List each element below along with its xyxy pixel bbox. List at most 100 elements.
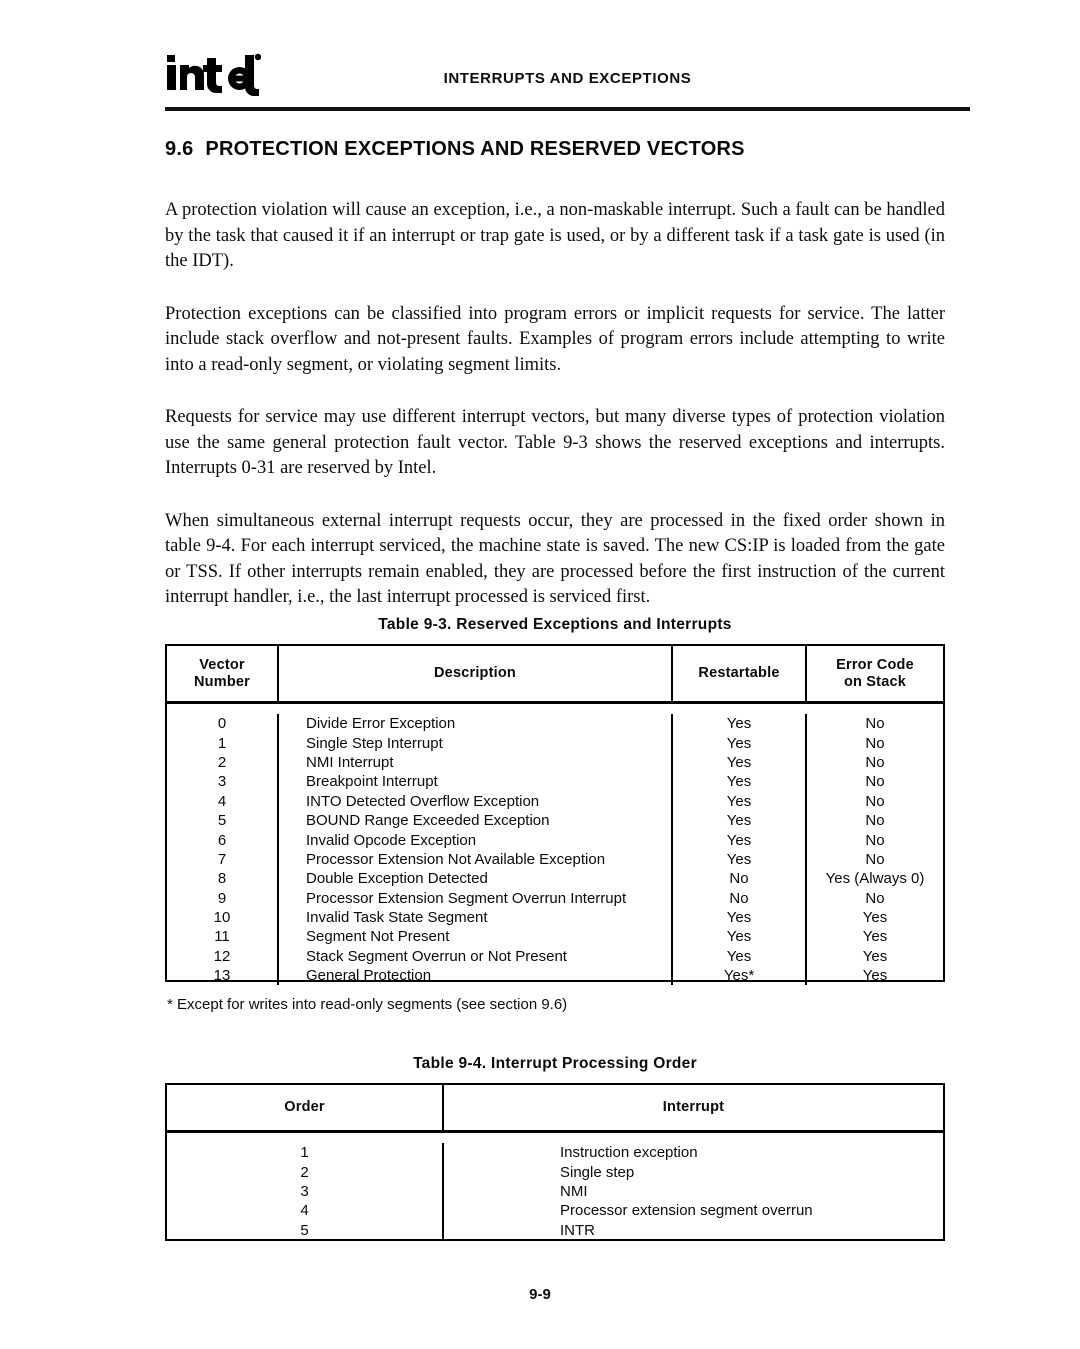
- table-row: 12 Stack Segment Overrun or Not Present Ye…: [167, 946, 943, 967]
- column-header-vector-number: Vector Number: [167, 646, 279, 701]
- table-93-body: 0 Divide Error Exception Yes No 1 Single Step…: [167, 704, 943, 986]
- cell-vector: 2: [167, 752, 279, 773]
- cell-order: 2: [167, 1162, 444, 1182]
- header-line-2: on Stack: [843, 673, 907, 690]
- table-row: 4 Processor extension segment overrun: [167, 1201, 943, 1221]
- cell-description: INTO Detected Overflow Exception: [279, 791, 673, 811]
- document-page: INTERRUPTS AND EXCEPTIONS 9.6 PROTECTION …: [0, 0, 1080, 1349]
- header-divider: [165, 107, 970, 111]
- table-94-caption: Table 9-4. Interrupt Processing Order: [413, 1055, 697, 1072]
- cell-restartable: Yes: [673, 791, 807, 811]
- cell-error-code: No: [865, 792, 885, 810]
- cell-restartable: No: [673, 869, 807, 889]
- paragraph: Protection exceptions can be classified …: [165, 303, 945, 375]
- table-93-caption: Table 9-3. Reserved Exceptions and Inter…: [378, 616, 732, 633]
- cell-restartable: Yes: [673, 830, 807, 850]
- cell-error-code: No: [865, 850, 885, 868]
- cell-description: BOUND Range Exceeded Exception: [279, 810, 673, 831]
- cell-description: General Protection: [279, 966, 673, 986]
- header-line-1: Interrupt: [662, 1099, 725, 1115]
- cell-restartable: Yes: [673, 810, 807, 831]
- header-line-2: Number: [194, 673, 250, 690]
- table-row: 10 Invalid Task State Segment Yes Yes: [167, 907, 943, 928]
- paragraph: A protection violation will cause an exc…: [165, 200, 945, 271]
- table-94-header-row: Order Interrupt: [167, 1085, 943, 1133]
- cell-description: Divide Error Exception: [279, 714, 673, 734]
- table-row: 13 General Protection Yes* Yes: [167, 966, 943, 986]
- cell-description: Breakpoint Interrupt: [279, 772, 673, 792]
- column-header-error-code-on-stack: Error Code on Stack: [807, 646, 943, 701]
- cell-error-code: No: [865, 812, 885, 830]
- table-row: 9 Processor Extension Segment Overrun Int…: [167, 888, 943, 908]
- cell-description: Invalid Opcode Exception: [279, 830, 673, 850]
- cell-vector: 7: [167, 849, 279, 870]
- cell-restartable: Yes*: [673, 966, 807, 986]
- table-row: 1 Instruction exception: [167, 1143, 943, 1163]
- column-header-order: Order: [167, 1085, 444, 1130]
- cell-vector: 3: [167, 772, 279, 792]
- cell-error-code: Yes (Always 0): [825, 870, 925, 888]
- cell-interrupt: INTR: [560, 1221, 595, 1239]
- table-interrupt-processing-order: Order Interrupt 1 Instruction exception 2 S…: [165, 1083, 945, 1241]
- cell-vector: 6: [167, 830, 279, 850]
- page-number: 9-9: [529, 1286, 551, 1303]
- cell-interrupt: NMI: [560, 1182, 588, 1200]
- table-row: 8 Double Exception Detected No Yes (Always …: [167, 869, 943, 889]
- section-number: 9.6: [165, 138, 194, 160]
- cell-restartable: Yes: [673, 733, 807, 753]
- table-row: 1 Single Step Interrupt Yes No: [167, 733, 943, 753]
- table-94-body: 1 Instruction exception 2 Single step 3 NMI 4 P…: [167, 1133, 943, 1240]
- cell-vector: 0: [167, 714, 279, 734]
- section-title: PROTECTION EXCEPTIONS AND RESERVED VECTO…: [205, 138, 745, 160]
- header-line-1: Restartable: [698, 665, 780, 681]
- cell-restartable: Yes: [673, 946, 807, 967]
- cell-error-code: Yes: [862, 909, 888, 927]
- cell-order: 5: [167, 1220, 444, 1240]
- table-row: 4 INTO Detected Overflow Exception Yes No: [167, 791, 943, 811]
- body-text-column: A protection violation will cause an exc…: [165, 198, 945, 611]
- cell-error-code: Yes: [862, 967, 888, 985]
- cell-vector: 12: [167, 946, 279, 967]
- cell-restartable: Yes: [673, 714, 807, 734]
- paragraph: When simultaneous external interrupt req…: [165, 510, 945, 608]
- header-line-1: Order: [284, 1099, 325, 1115]
- cell-description: NMI Interrupt: [279, 752, 673, 773]
- cell-description: Processor Extension Not Available Except…: [279, 849, 673, 870]
- cell-vector: 8: [167, 869, 279, 889]
- cell-vector: 1: [167, 733, 279, 753]
- cell-order: 1: [167, 1143, 444, 1163]
- table-row: 5 BOUND Range Exceeded Exception Yes No: [167, 810, 943, 831]
- header-line-1: Description: [434, 665, 516, 681]
- cell-error-code: No: [865, 753, 885, 771]
- page-header: INTERRUPTS AND EXCEPTIONS: [165, 50, 970, 112]
- table-row: 3 Breakpoint Interrupt Yes No: [167, 772, 943, 792]
- cell-error-code: No: [865, 889, 885, 907]
- cell-vector: 11: [167, 927, 279, 947]
- cell-description: Segment Not Present: [279, 927, 673, 947]
- running-header-title: INTERRUPTS AND EXCEPTIONS: [443, 70, 692, 87]
- cell-error-code: No: [865, 715, 885, 733]
- cell-restartable: Yes: [673, 772, 807, 792]
- cell-error-code: No: [865, 734, 885, 752]
- cell-restartable: Yes: [673, 849, 807, 870]
- table-row: 11 Segment Not Present Yes Yes: [167, 927, 943, 947]
- cell-description: Double Exception Detected: [279, 869, 673, 889]
- paragraph: Requests for service may use different i…: [165, 407, 945, 478]
- cell-restartable: No: [673, 888, 807, 908]
- cell-interrupt: Processor extension segment overrun: [560, 1202, 813, 1220]
- table-reserved-exceptions: Vector Number Description Restartable Er…: [165, 644, 945, 986]
- header-line-1: Error Code: [836, 656, 914, 673]
- header-line-1: Vector: [199, 656, 245, 673]
- cell-error-code: Yes: [862, 947, 888, 965]
- cell-vector: 9: [167, 888, 279, 908]
- cell-order: 4: [167, 1201, 444, 1221]
- table-row: 2 Single step: [167, 1162, 943, 1182]
- cell-restartable: Yes: [673, 907, 807, 928]
- table-93-footnote: * Except for writes into read-only segme…: [167, 996, 568, 1013]
- cell-vector: 10: [167, 907, 279, 928]
- section-heading: 9.6 PROTECTION EXCEPTIONS AND RESERVED VE…: [165, 138, 745, 161]
- cell-interrupt: Single step: [560, 1163, 635, 1181]
- column-header-restartable: Restartable: [673, 646, 807, 701]
- cell-error-code: No: [865, 831, 885, 849]
- cell-order: 3: [167, 1181, 444, 1202]
